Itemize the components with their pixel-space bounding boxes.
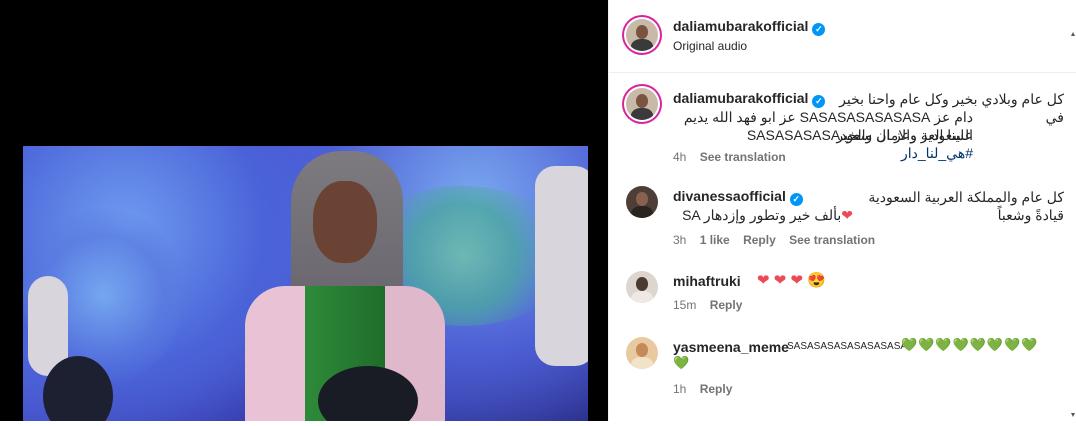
author-avatar[interactable] [626, 19, 658, 51]
audio-label[interactable]: Original audio [673, 39, 747, 53]
heart-emoji-icon: ❤ [841, 207, 853, 223]
background-figure [535, 166, 588, 366]
comment-time[interactable]: 1h [673, 382, 686, 396]
video-frame[interactable] [23, 146, 588, 421]
commenter-avatar[interactable] [626, 186, 658, 218]
post-header: daliamubarakofficial ✓ Original audio [609, 0, 1076, 73]
comment-text-line-1: كل عام والمملكة العربية السعودية قيادةً … [868, 189, 1064, 223]
verified-badge-icon: ✓ [812, 23, 826, 36]
comment-meta: 15m Reply [673, 298, 752, 312]
comment-text-line-2: SA بألف خير وتطور وإزدهار❤ [682, 207, 853, 223]
heart-emojis: ❤ ❤ ❤ 😍 [757, 272, 826, 289]
green-heart-emoji: 💚 [673, 355, 691, 370]
caption-author-avatar[interactable] [626, 88, 658, 120]
commenter-username[interactable]: yasmeena_meme [673, 339, 789, 355]
comment-meta: 3h 1 like Reply See translation [673, 233, 885, 247]
post-side-panel: daliamubarakofficial ✓ Original audio dal… [608, 0, 1076, 421]
scrollbar-arrows-icon [1071, 32, 1075, 417]
comment-text: SASASASASASASASASA [787, 341, 908, 352]
commenter-username[interactable]: divanessaofficial ✓ [673, 188, 803, 206]
comment-time[interactable]: 3h [673, 233, 686, 247]
scrollbar[interactable] [1069, 0, 1076, 421]
performer-face [313, 181, 377, 263]
reply-button[interactable]: Reply [743, 233, 776, 247]
comment-meta: 1h Reply [673, 382, 742, 396]
verified-badge-icon: ✓ [789, 193, 803, 206]
caption-author-username[interactable]: daliamubarakofficial ✓ [673, 90, 826, 108]
commenter-avatar[interactable] [626, 337, 658, 369]
reply-button[interactable]: Reply [710, 298, 743, 312]
reply-button[interactable]: Reply [700, 382, 733, 396]
caption-time[interactable]: 4h [673, 150, 686, 164]
video-player[interactable] [0, 0, 608, 421]
caption-see-translation[interactable]: See translation [700, 150, 786, 164]
author-username[interactable]: daliamubarakofficial ✓ [673, 18, 826, 36]
green-heart-emojis: 💚💚💚💚💚💚💚💚 [901, 337, 1039, 352]
comment-time[interactable]: 15m [673, 298, 696, 312]
caption-meta: 4h See translation [673, 150, 796, 164]
comment-likes[interactable]: 1 like [700, 233, 730, 247]
caption-hashtag[interactable]: #هي_لنا_دار [901, 145, 973, 161]
see-translation-button[interactable]: See translation [789, 233, 875, 247]
commenter-avatar[interactable] [626, 271, 658, 303]
commenter-username[interactable]: mihaftruki [673, 273, 741, 289]
